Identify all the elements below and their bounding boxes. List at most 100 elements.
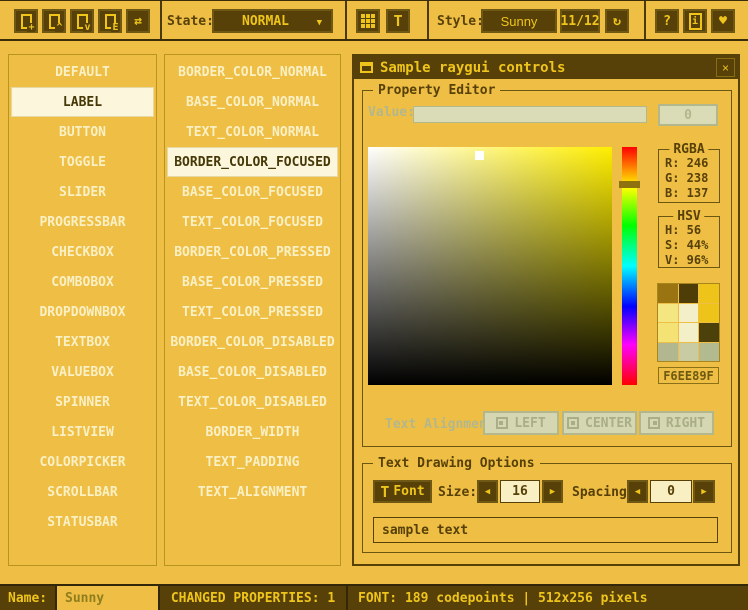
- sponsor-button[interactable]: ♥: [711, 9, 735, 33]
- properties-list-item[interactable]: BORDER_COLOR_DISABLED: [167, 327, 338, 357]
- align-center-icon: [567, 417, 579, 429]
- state-dropdown-value: NORMAL: [242, 14, 289, 29]
- spacing-valuebox[interactable]: 0: [650, 480, 692, 503]
- spacing-increase-button[interactable]: ▶: [693, 480, 715, 503]
- window-close-button[interactable]: ×: [716, 58, 735, 77]
- reload-style-button[interactable]: ↻: [605, 9, 629, 33]
- properties-list-item[interactable]: BASE_COLOR_NORMAL: [167, 87, 338, 117]
- rgba-value-row: G: 238: [665, 171, 719, 186]
- help-button[interactable]: ?: [655, 9, 679, 33]
- about-button[interactable]: i: [683, 9, 707, 33]
- controls-list-item[interactable]: CHECKBOX: [11, 237, 154, 267]
- palette-color-cell[interactable]: [658, 304, 678, 323]
- hue-bar-handle[interactable]: [619, 181, 640, 188]
- text-edit-button[interactable]: T: [386, 9, 410, 33]
- hsv-value-row: S: 44%: [665, 238, 719, 253]
- controls-list-item[interactable]: LABEL: [11, 87, 154, 117]
- properties-list-item[interactable]: TEXT_COLOR_PRESSED: [167, 297, 338, 327]
- changed-properties-status: CHANGED PROPERTIES: 1: [160, 586, 348, 610]
- spacing-decrease-button[interactable]: ◀: [627, 480, 648, 503]
- controls-list-item[interactable]: COMBOBOX: [11, 267, 154, 297]
- controls-list-item[interactable]: DEFAULT: [11, 57, 154, 87]
- style-index-value: 11/12: [560, 9, 600, 33]
- new-style-button[interactable]: +: [14, 9, 38, 33]
- controls-listview: DEFAULT LABEL BUTTON TOGGLE SLIDER PROGR…: [8, 54, 157, 566]
- controls-list-item[interactable]: PROGRESSBAR: [11, 207, 154, 237]
- align-right-icon: [648, 417, 660, 429]
- color-picker-sv-panel[interactable]: [368, 147, 612, 385]
- random-style-button[interactable]: ⇄: [126, 9, 150, 33]
- palette-color-cell[interactable]: [679, 304, 699, 323]
- palette-color-cell[interactable]: [658, 323, 678, 342]
- controls-list-item[interactable]: SLIDER: [11, 177, 154, 207]
- value-label: Value:: [368, 105, 415, 121]
- sample-text-textbox[interactable]: sample text: [373, 517, 718, 543]
- load-style-button[interactable]: ^: [42, 9, 66, 33]
- arrow-right-icon: ▶: [701, 487, 706, 497]
- properties-list-item[interactable]: BORDER_COLOR_PRESSED: [167, 237, 338, 267]
- rgba-group: RGBA R: 246G: 238B: 137: [658, 149, 720, 203]
- properties-list-item[interactable]: TEXT_COLOR_FOCUSED: [167, 207, 338, 237]
- statusbar: Name: Sunny CHANGED PROPERTIES: 1 FONT: …: [0, 584, 748, 610]
- palette-color-cell[interactable]: [699, 343, 719, 362]
- hex-color-textbox[interactable]: F6EE89F: [658, 367, 719, 384]
- export-style-button[interactable]: E: [98, 9, 122, 33]
- properties-list-item[interactable]: BASE_COLOR_FOCUSED: [167, 177, 338, 207]
- controls-list-item[interactable]: SCROLLBAR: [11, 477, 154, 507]
- controls-list-item[interactable]: DROPDOWNBOX: [11, 297, 154, 327]
- palette-color-cell[interactable]: [679, 343, 699, 362]
- properties-list-item[interactable]: BORDER_WIDTH: [167, 417, 338, 447]
- controls-list-item[interactable]: SPINNER: [11, 387, 154, 417]
- properties-list-item[interactable]: BASE_COLOR_DISABLED: [167, 357, 338, 387]
- size-label: Size:: [438, 485, 477, 501]
- grid-icon: [361, 14, 375, 28]
- properties-list-item[interactable]: TEXT_PADDING: [167, 447, 338, 477]
- font-button[interactable]: T Font: [373, 480, 432, 503]
- help-icon: ?: [663, 14, 671, 29]
- value-valuebox: 0: [658, 104, 718, 126]
- controls-list-item[interactable]: STATUSBAR: [11, 507, 154, 537]
- window-title: Sample raygui controls: [380, 60, 565, 76]
- size-decrease-button[interactable]: ◀: [477, 480, 498, 503]
- text-drawing-options-group-label: Text Drawing Options: [373, 456, 540, 471]
- hsv-group-label: HSV: [673, 209, 704, 224]
- properties-list-item[interactable]: BORDER_COLOR_NORMAL: [167, 57, 338, 87]
- controls-list-item[interactable]: TOGGLE: [11, 147, 154, 177]
- controls-list-item[interactable]: VALUEBOX: [11, 357, 154, 387]
- style-name-textbox[interactable]: Sunny: [57, 586, 160, 610]
- properties-list-item[interactable]: TEXT_ALIGNMENT: [167, 477, 338, 507]
- file-export-icon: E: [105, 14, 116, 29]
- palette-color-cell[interactable]: [679, 323, 699, 342]
- toolbar-separator: [345, 1, 347, 39]
- palette-color-cell[interactable]: [699, 323, 719, 342]
- size-valuebox[interactable]: 16: [500, 480, 540, 503]
- state-dropdown[interactable]: NORMAL ▼: [212, 9, 333, 33]
- grid-toggle-button[interactable]: [356, 9, 380, 33]
- size-increase-button[interactable]: ▶: [542, 480, 563, 503]
- controls-list-item[interactable]: TEXTBOX: [11, 327, 154, 357]
- window-titlebar[interactable]: Sample raygui controls: [354, 56, 738, 79]
- rgba-group-label: RGBA: [669, 142, 708, 157]
- hue-bar[interactable]: [622, 147, 637, 385]
- style-name-button[interactable]: Sunny: [481, 9, 557, 33]
- controls-list-item[interactable]: LISTVIEW: [11, 417, 154, 447]
- palette-color-cell[interactable]: [658, 343, 678, 362]
- palette-color-cell[interactable]: [699, 304, 719, 323]
- style-color-palette: [657, 283, 720, 362]
- properties-list-item[interactable]: BORDER_COLOR_FOCUSED: [167, 147, 338, 177]
- font-button-label: Font: [393, 484, 424, 499]
- properties-list-item[interactable]: TEXT_COLOR_DISABLED: [167, 387, 338, 417]
- align-center-button-label: CENTER: [585, 416, 632, 431]
- controls-list-item[interactable]: COLORPICKER: [11, 447, 154, 477]
- controls-list-item[interactable]: BUTTON: [11, 117, 154, 147]
- properties-list-item[interactable]: BASE_COLOR_PRESSED: [167, 267, 338, 297]
- palette-color-cell[interactable]: [679, 284, 699, 303]
- palette-color-cell[interactable]: [699, 284, 719, 303]
- font-icon: T: [380, 483, 389, 501]
- color-picker-cursor[interactable]: [475, 151, 484, 160]
- properties-list-item[interactable]: TEXT_COLOR_NORMAL: [167, 117, 338, 147]
- align-center-button: CENTER: [562, 411, 637, 435]
- palette-color-cell[interactable]: [658, 284, 678, 303]
- save-style-button[interactable]: v: [70, 9, 94, 33]
- toolbar: + ^ v E ⇄ State: NORMAL ▼ T Style: Sunny…: [0, 0, 748, 41]
